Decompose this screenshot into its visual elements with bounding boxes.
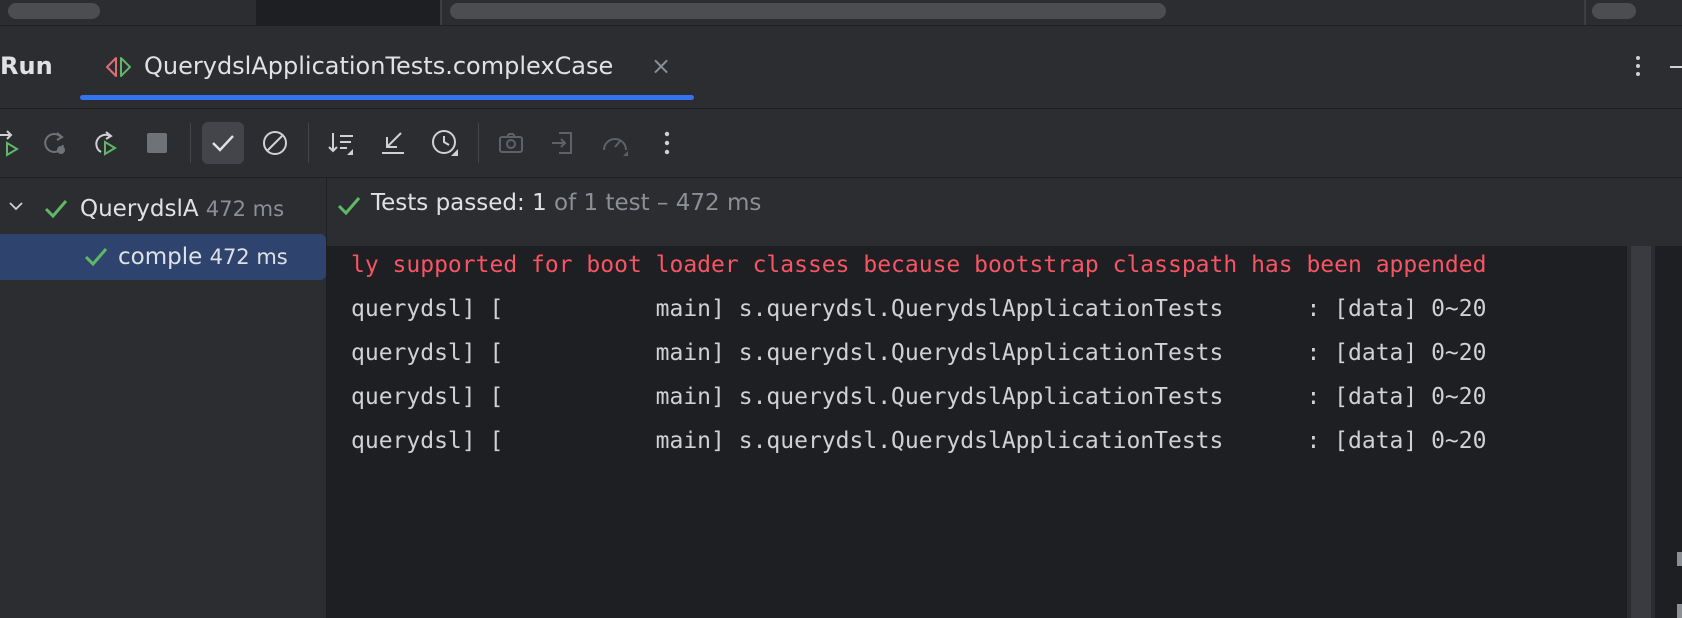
rerun-button[interactable] (34, 122, 76, 164)
rerun-auto-icon (95, 131, 117, 156)
toolbar-separator (308, 123, 309, 163)
console-line: ly supported for boot loader classes bec… (351, 252, 1487, 278)
tree-node-root[interactable]: QuerydslA 472 ms (0, 186, 326, 232)
right-gutter (1655, 246, 1682, 618)
gauge-icon (603, 138, 628, 156)
import-tests-button[interactable] (542, 122, 584, 164)
top-strip-divider (440, 0, 442, 25)
left-horizontal-scrollbar[interactable] (8, 3, 100, 19)
gutter-mark (1677, 552, 1682, 566)
editor-horizontal-scrollbar[interactable] (450, 3, 1166, 19)
test-passed-icon (84, 248, 108, 267)
right-horizontal-scrollbar[interactable] (1592, 3, 1636, 19)
stop-icon (147, 133, 167, 153)
run-toolbar (0, 109, 1682, 178)
options-menu-icon[interactable] (1626, 52, 1650, 84)
run-tool-window-header: Run QuerydslApplicationTests.complexCase… (0, 26, 1682, 109)
show-ignored-button[interactable] (254, 122, 296, 164)
tests-passed-icon (337, 197, 361, 216)
rerun-icon (44, 132, 65, 154)
active-tab-indicator (80, 95, 694, 100)
console-line: querydsl] [ main] s.querydsl.QuerydslApp… (351, 428, 1487, 454)
toolbar-separator (190, 123, 191, 163)
screenshot-button[interactable] (490, 122, 532, 164)
hide-panel-icon[interactable] (1670, 66, 1682, 68)
gutter-mark (1677, 604, 1682, 618)
console-output[interactable]: ly supported for boot loader classes bec… (327, 246, 1627, 618)
top-strip-divider-right (1584, 0, 1586, 25)
check-icon (212, 135, 234, 152)
more-button[interactable] (646, 122, 688, 164)
sort-button[interactable] (320, 122, 362, 164)
run-title: Run (0, 52, 53, 80)
test-tree-panel: QuerydslA 472 ms comple 472 ms (0, 178, 327, 618)
test-status-bar: Tests passed: 1 of 1 test – 472 ms (327, 178, 1682, 246)
tree-node-time: 472 ms (209, 245, 288, 269)
scrollbar-track[interactable] (1631, 246, 1651, 618)
test-output-panel: Tests passed: 1 of 1 test – 472 ms ly su… (327, 178, 1682, 618)
console-vertical-scrollbar[interactable] (1627, 246, 1655, 618)
tree-node-label: QuerydslA 472 ms (80, 196, 285, 222)
run-tab-label: QuerydslApplicationTests.complexCase (144, 52, 614, 80)
console-line: querydsl] [ main] s.querydsl.QuerydslApp… (351, 340, 1487, 366)
collapse-all-button[interactable] (372, 122, 414, 164)
coverage-button[interactable] (594, 122, 636, 164)
stop-button[interactable] (136, 122, 178, 164)
collapse-icon (382, 132, 404, 154)
history-icon (432, 130, 458, 156)
run-tab[interactable]: QuerydslApplicationTests.complexCase × (80, 26, 694, 108)
show-passed-button[interactable] (202, 122, 244, 164)
top-strip-dark-segment (256, 0, 440, 25)
chevron-down-icon[interactable] (8, 198, 24, 214)
rerun-automatically-button[interactable] (84, 122, 126, 164)
test-status-text: Tests passed: 1 of 1 test – 472 ms (371, 190, 762, 216)
top-scroll-strip (0, 0, 1682, 26)
tree-node-child[interactable]: comple 472 ms (0, 234, 326, 280)
tree-node-time: 472 ms (205, 197, 285, 221)
console-line: querydsl] [ main] s.querydsl.QuerydslApp… (351, 296, 1487, 322)
camera-icon (499, 133, 523, 153)
test-passed-icon (44, 200, 68, 219)
console-line: querydsl] [ main] s.querydsl.QuerydslApp… (351, 384, 1487, 410)
toolbar-separator (478, 123, 479, 163)
import-icon (552, 132, 572, 154)
rerun-failed-button[interactable] (0, 122, 28, 164)
sort-icon (328, 133, 353, 155)
tab-close-icon[interactable]: × (651, 52, 671, 80)
history-button[interactable] (424, 122, 466, 164)
rerun-failed-icon (0, 130, 19, 157)
ignored-icon (263, 131, 287, 155)
tree-node-label: comple 472 ms (118, 244, 288, 270)
more-vertical-icon (664, 131, 670, 155)
test-run-icon (106, 57, 131, 77)
